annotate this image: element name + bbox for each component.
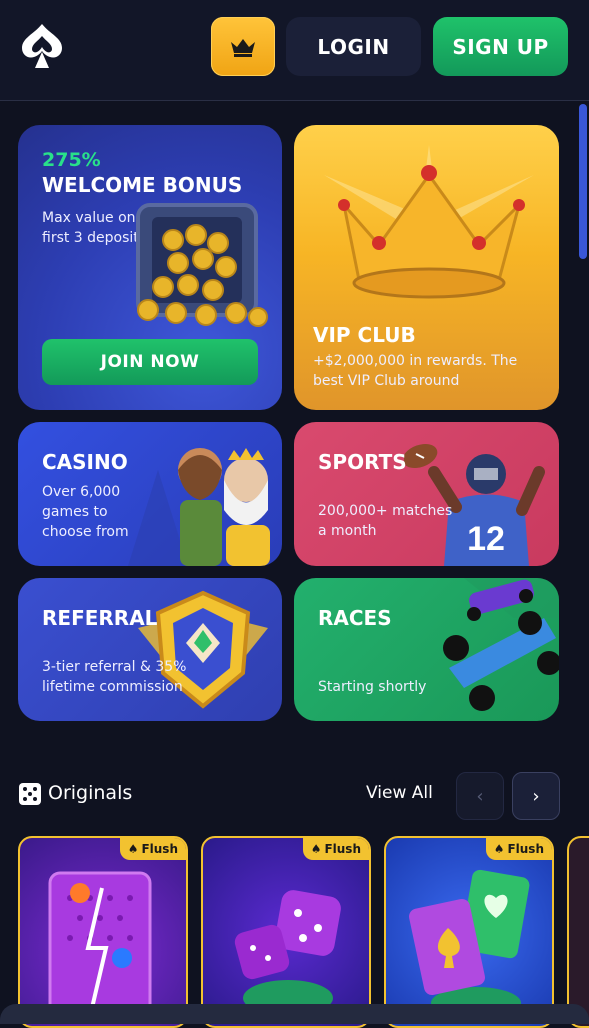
join-now-button[interactable]: JOIN NOW xyxy=(42,339,258,385)
races-sub-1: Starting shortly xyxy=(318,679,427,695)
vip-club-title: VIP CLUB xyxy=(313,323,416,347)
flush-badge-label: Flush xyxy=(324,842,361,856)
plinko-illustration xyxy=(48,871,152,1018)
sports-title: SPORTS xyxy=(318,450,407,474)
dice-illustration xyxy=(234,890,341,1016)
flush-badge: ♠ Flush xyxy=(302,838,369,860)
dice-icon xyxy=(19,783,41,805)
prev-button[interactable]: ‹ xyxy=(456,772,504,820)
chevron-left-icon: ‹ xyxy=(476,785,484,807)
vip-sub-1: +$2,000,000 in rewards. The xyxy=(313,353,518,369)
safe-coins-illustration xyxy=(136,203,268,327)
game-tile-plinko[interactable]: ♠ Flush xyxy=(18,836,188,1028)
casino-card[interactable]: CASINO Over 6,000 games to choose from xyxy=(18,422,282,566)
referral-title: REFERRAL xyxy=(42,606,158,630)
race-cars-illustration xyxy=(443,578,559,711)
originals-section-header: Originals View All ‹ › xyxy=(18,772,560,820)
jersey-number: 12 xyxy=(467,520,505,558)
view-all-link[interactable]: View All xyxy=(366,783,433,803)
game-tile-cards[interactable]: ♠ Flush xyxy=(384,836,554,1028)
chevron-right-icon: › xyxy=(532,785,540,807)
bottom-nav-bar xyxy=(0,1004,589,1024)
originals-title: Originals xyxy=(48,782,133,804)
top-header: LOGIN SIGN UP xyxy=(0,0,589,101)
spade-icon: ♠ xyxy=(493,842,505,856)
vip-sub-2: best VIP Club around xyxy=(313,373,460,389)
cards-illustration xyxy=(409,869,530,1019)
crown-icon xyxy=(231,38,255,57)
sports-sub-1: 200,000+ matches xyxy=(318,503,453,519)
races-card[interactable]: RACES Starting shortly xyxy=(294,578,559,721)
casino-title: CASINO xyxy=(42,450,128,474)
vip-crown-illustration xyxy=(324,145,534,299)
casino-characters-illustration xyxy=(128,448,270,566)
welcome-bonus-title: WELCOME BONUS xyxy=(42,173,243,197)
game-tile-dice[interactable]: ♠ Flush xyxy=(201,836,371,1028)
scrollbar-thumb[interactable] xyxy=(579,104,587,259)
casino-sub-3: choose from xyxy=(42,524,129,540)
bonus-percent: 275% xyxy=(42,149,101,171)
casino-sub-2: games to xyxy=(42,504,108,520)
football-player-illustration: 12 xyxy=(404,443,545,566)
vip-crown-button[interactable] xyxy=(211,17,275,76)
flush-badge-label: Flush xyxy=(507,842,544,856)
login-button[interactable]: LOGIN xyxy=(286,17,421,76)
welcome-bonus-card[interactable]: 275% WELCOME BONUS Max value on first 3 … xyxy=(18,125,282,410)
flush-badge: ♠ Flush xyxy=(485,838,552,860)
sports-card[interactable]: 12 SPORTS 200,000+ matches a month xyxy=(294,422,559,566)
spade-logo-icon[interactable] xyxy=(20,22,64,70)
game-tile-partial[interactable] xyxy=(567,836,589,1028)
sports-sub-2: a month xyxy=(318,523,377,539)
spade-icon: ♠ xyxy=(310,842,322,856)
referral-card[interactable]: REFERRAL 3-tier referral & 35% lifetime … xyxy=(18,578,282,721)
referral-sub-1: 3-tier referral & 35% xyxy=(42,659,187,675)
spade-icon: ♠ xyxy=(127,842,139,856)
referral-sub-2: lifetime commission xyxy=(42,679,183,695)
flush-badge-label: Flush xyxy=(141,842,178,856)
next-button[interactable]: › xyxy=(512,772,560,820)
signup-button[interactable]: SIGN UP xyxy=(433,17,568,76)
casino-sub-1: Over 6,000 xyxy=(42,484,121,500)
races-title: RACES xyxy=(318,606,392,630)
vip-club-card[interactable]: VIP CLUB +$2,000,000 in rewards. The bes… xyxy=(294,125,559,410)
flush-badge: ♠ Flush xyxy=(119,838,186,860)
